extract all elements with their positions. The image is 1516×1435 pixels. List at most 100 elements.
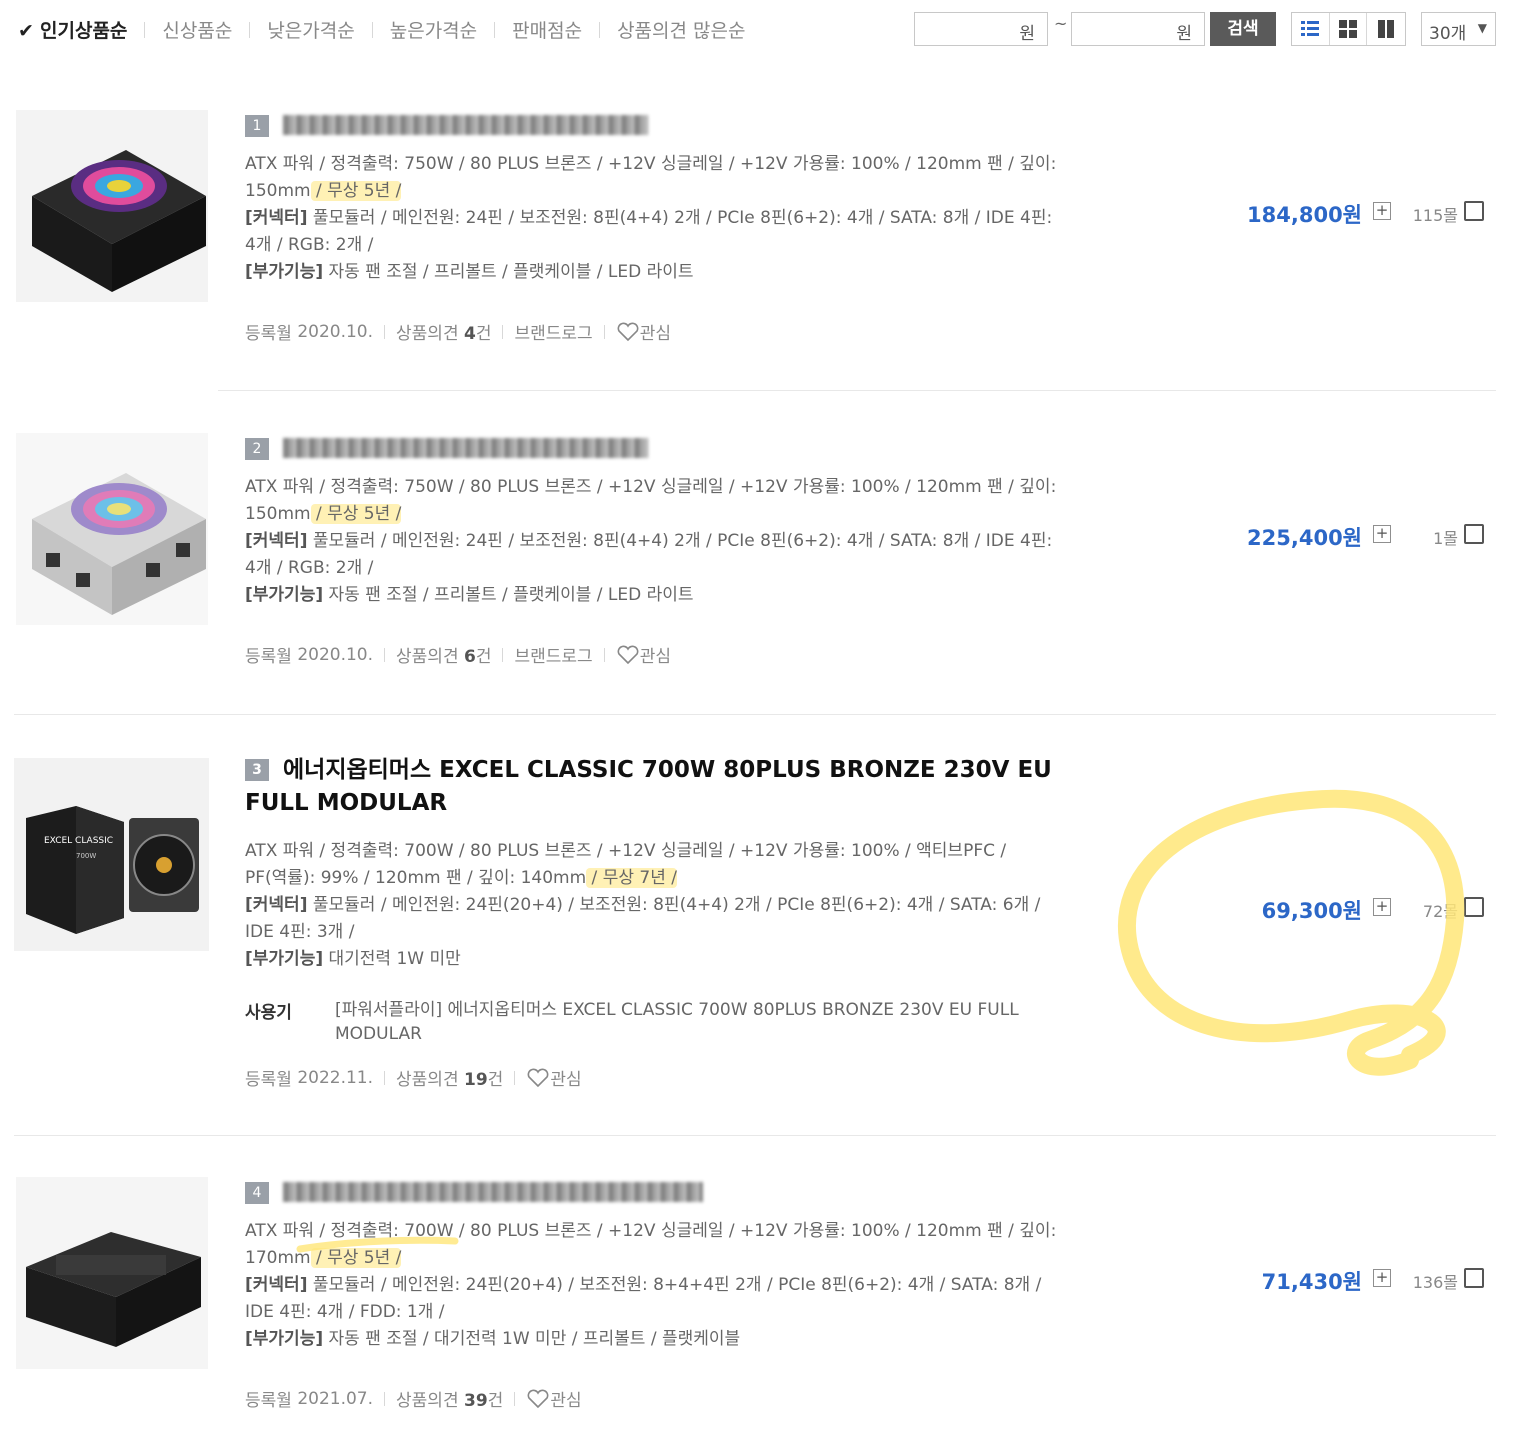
- registration-row: 등록월 2020.10. 상품의견 4건 브랜드로그 관심: [245, 319, 671, 345]
- divider: [384, 1070, 386, 1085]
- review-unit: 건: [487, 1070, 504, 1090]
- product-title[interactable]: 1: [245, 112, 1105, 137]
- currency-unit: 원: [1019, 24, 1035, 44]
- rank-badge: 1: [245, 115, 269, 137]
- expand-plus-icon[interactable]: +: [1373, 1269, 1391, 1287]
- list-view-button[interactable]: [1292, 13, 1330, 45]
- product-info: 2 ATX 파워 / 정격출력: 750W / 80 PLUS 브론즈 / +1…: [245, 435, 1105, 609]
- product-image[interactable]: [16, 433, 208, 625]
- psu-box-image: EXCEL CLASSIC 700W: [26, 806, 199, 934]
- reg-date: 2020.10.: [297, 644, 374, 665]
- divider: [514, 1070, 516, 1085]
- product-title[interactable]: 3 에너지옵티머스 EXCEL CLASSIC 700W 80PLUS BRONZ…: [245, 754, 1105, 820]
- product-image[interactable]: EXCEL CLASSIC 700W: [14, 758, 209, 951]
- product-price[interactable]: 225,400원: [1202, 522, 1362, 552]
- sort-tab-newest[interactable]: 신상품순: [162, 16, 232, 43]
- highlight-stroke-annotation: [296, 1236, 459, 1253]
- spec-text: ATX 파워 / 정격출력: 750W / 80 PLUS 브론즈 / +12V…: [245, 474, 1105, 609]
- check-icon: ✔: [18, 20, 34, 42]
- reg-date: 2020.10.: [297, 321, 374, 342]
- list-view-icon: [1301, 21, 1320, 36]
- sort-bar: ✔ 인기상품순 신상품순 낮은가격순 높은가격순 판매점순 상품의견 많은순 원 …: [0, 0, 1516, 58]
- reg-label: 등록월: [245, 1070, 292, 1090]
- mall-count[interactable]: 1몰: [1398, 525, 1458, 549]
- wishlist-button[interactable]: 관심: [616, 319, 671, 344]
- mall-count[interactable]: 136몰: [1398, 1269, 1458, 1293]
- review-count: 6: [464, 647, 476, 667]
- divider: [502, 647, 504, 662]
- wishlist-button[interactable]: 관심: [526, 1065, 582, 1090]
- sort-tab-highest-price[interactable]: 높은가격순: [390, 16, 477, 43]
- expand-plus-icon[interactable]: +: [1373, 525, 1391, 543]
- currency-unit: 원: [1176, 24, 1192, 44]
- grid-view-icon: [1339, 20, 1357, 38]
- max-price-field[interactable]: 원: [1071, 12, 1205, 46]
- brand-log-link[interactable]: 브랜드로그: [514, 642, 592, 667]
- search-button[interactable]: 검색: [1210, 12, 1276, 46]
- highlight-circle-annotation: [1117, 789, 1465, 1076]
- brand-log-link[interactable]: 브랜드로그: [514, 319, 592, 344]
- connector-spec: 4개 / RGB: 2개 /: [245, 558, 374, 578]
- product-price[interactable]: 71,430원: [1202, 1266, 1362, 1296]
- divider: [502, 324, 504, 339]
- compare-checkbox[interactable]: [1464, 201, 1484, 221]
- heart-icon: [617, 645, 639, 664]
- spec-line: PF(역률): 99% / 120mm 팬 / 깊이: 140mm: [245, 868, 587, 888]
- connector-label: [커넥터]: [245, 208, 308, 228]
- review-link[interactable]: 상품의견 39건: [396, 1386, 503, 1411]
- wishlist-button[interactable]: 관심: [616, 642, 671, 667]
- connector-label: [커넥터]: [245, 895, 308, 915]
- sort-tab-mall-count[interactable]: 판매점순: [512, 16, 582, 43]
- divider: [494, 21, 496, 38]
- divider: [384, 647, 386, 662]
- wishlist-button[interactable]: 관심: [526, 1386, 582, 1411]
- grid-view-button[interactable]: [1330, 13, 1368, 45]
- blurred-product-name: [283, 438, 648, 458]
- compare-checkbox[interactable]: [1464, 524, 1484, 544]
- divider: [603, 324, 605, 339]
- row-divider: [218, 390, 1496, 391]
- caret-down-icon: ▼: [1477, 21, 1487, 35]
- items-per-page-select[interactable]: 30개 ▼: [1421, 12, 1496, 46]
- sort-tab-popular[interactable]: ✔ 인기상품순: [18, 16, 127, 43]
- sort-tab-most-reviews[interactable]: 상품의견 많은순: [617, 16, 745, 43]
- divider: [249, 21, 251, 38]
- connector-spec: 풀모듈러 / 메인전원: 24핀 / 보조전원: 8핀(4+4) 2개 / PC…: [307, 208, 1053, 228]
- rank-badge: 3: [245, 759, 269, 781]
- column-view-button[interactable]: [1367, 13, 1405, 45]
- usage-review-link[interactable]: [파워서플라이] 에너지옵티머스 EXCEL CLASSIC 700W 80PL…: [335, 998, 1035, 1046]
- review-label: 상품의견: [396, 324, 459, 344]
- connector-spec: 4개 / RGB: 2개 /: [245, 235, 374, 255]
- extra-feature-label: [부가기능]: [245, 949, 324, 969]
- review-link[interactable]: 상품의견 6건: [396, 642, 491, 667]
- mall-count[interactable]: 115몰: [1398, 202, 1458, 226]
- review-link[interactable]: 상품의견 19건: [396, 1065, 503, 1090]
- review-link[interactable]: 상품의견 4건: [396, 319, 491, 344]
- psu-black-image: [26, 1232, 201, 1347]
- compare-checkbox[interactable]: [1464, 1268, 1484, 1288]
- min-price-field[interactable]: 원: [914, 12, 1048, 46]
- extra-feature-label: [부가기능]: [245, 585, 324, 605]
- review-label: 상품의견: [396, 647, 459, 667]
- extra-feature-text: 자동 팬 조절 / 프리볼트 / 플랫케이블 / LED 라이트: [323, 585, 694, 605]
- rank-badge: 4: [245, 1182, 269, 1204]
- product-price[interactable]: 184,800원: [1202, 199, 1362, 229]
- divider: [599, 21, 601, 38]
- spec-line: ATX 파워 / 정격출력: 750W / 80 PLUS 브론즈 / +12V…: [245, 154, 1057, 174]
- product-image[interactable]: [16, 1177, 208, 1369]
- min-price-input[interactable]: [919, 18, 1007, 40]
- warranty-highlight: / 무상 5년 /: [310, 504, 402, 524]
- max-price-input[interactable]: [1076, 18, 1164, 40]
- expand-plus-icon[interactable]: +: [1373, 202, 1391, 220]
- connector-label: [커넥터]: [245, 531, 308, 551]
- product-title[interactable]: 4: [245, 1179, 1105, 1204]
- product-title[interactable]: 2: [245, 435, 1105, 460]
- product-image[interactable]: [16, 110, 208, 302]
- sort-tab-lowest-price[interactable]: 낮은가격순: [267, 16, 354, 43]
- range-tilde: ~: [1054, 14, 1068, 33]
- extra-feature-label: [부가기능]: [245, 262, 324, 282]
- divider: [384, 1391, 386, 1406]
- spec-line: ATX 파워 / 정격출력: 750W / 80 PLUS 브론즈 / +12V…: [245, 477, 1057, 497]
- product-name[interactable]: 3 에너지옵티머스 EXCEL CLASSIC 700W 80PLUS BRONZ…: [245, 754, 1105, 820]
- connector-spec: IDE 4핀: 4개 / FDD: 1개 /: [245, 1302, 445, 1322]
